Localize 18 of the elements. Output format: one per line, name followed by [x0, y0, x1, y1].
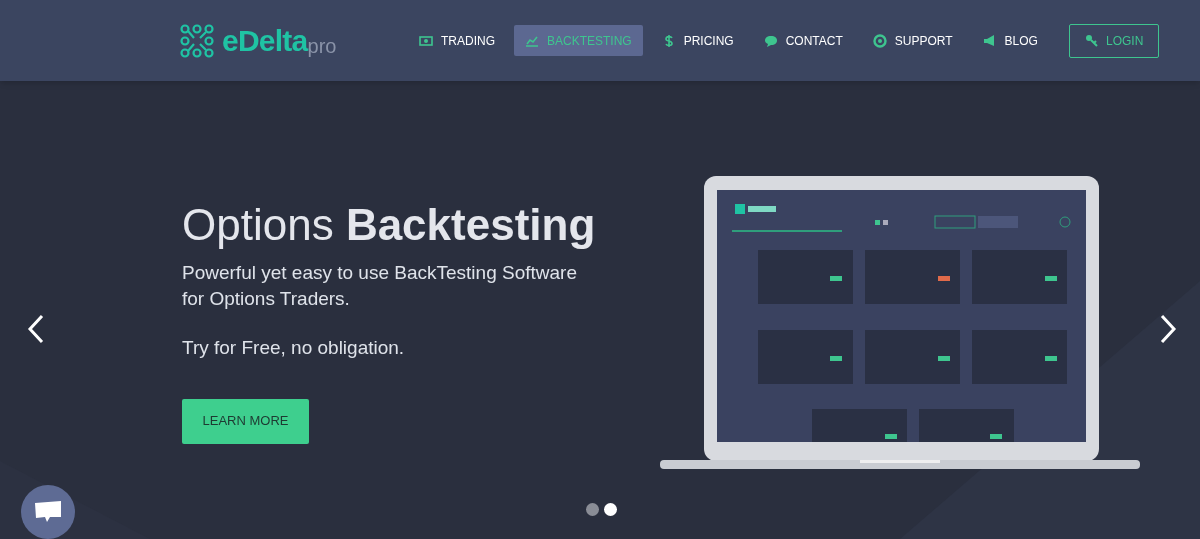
nav-link[interactable]: SUPPORT [861, 25, 964, 56]
login-button[interactable]: LOGIN [1068, 23, 1160, 58]
nav-link[interactable]: PRICING [650, 25, 745, 56]
key-icon [1084, 34, 1098, 47]
lifebuoy-icon [872, 33, 887, 48]
hero-subtitle: Powerful yet easy to use BackTesting Software for Options Traders. [182, 261, 578, 311]
money-icon [419, 33, 433, 48]
megaphone-icon [982, 33, 997, 48]
learn-more-button[interactable]: LEARN MORE [182, 398, 309, 444]
logo-icon [180, 23, 214, 58]
logo-text[interactable]: eDeltapro [222, 25, 337, 56]
nav-link[interactable]: BLOG [971, 25, 1049, 56]
hero-title: Options Backtesting [182, 199, 597, 251]
hero-note: Try for Free, no obligation. [182, 336, 406, 360]
speech-bubble-icon [763, 33, 778, 48]
chat-icon [34, 500, 62, 524]
nav-link[interactable]: CONTACT [752, 25, 854, 56]
nav-link[interactable]: TRADING [408, 25, 506, 56]
